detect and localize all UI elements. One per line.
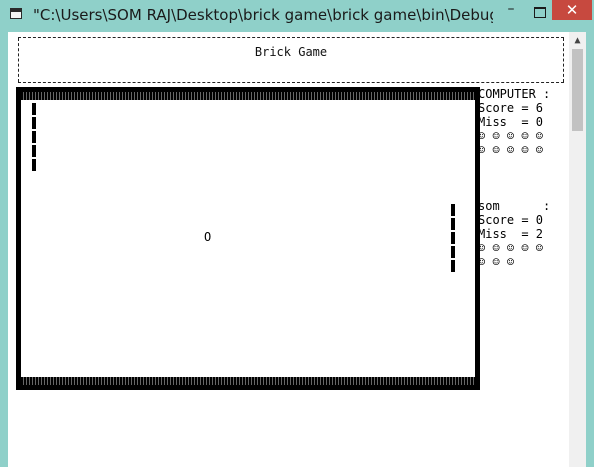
player-paddle [451,204,455,274]
game-title: Brick Game [254,45,328,59]
player-score: Score = 0 [478,213,544,227]
minimize-button[interactable]: – [498,2,524,21]
game-banner: Brick Game [18,37,564,83]
computer-lives-row-1: ☺ ☺ ☺ ☺ ☺ [478,129,544,143]
field-top-border [21,92,475,100]
title-bar[interactable]: "C:\Users\SOM RAJ\Desktop\brick game\bri… [0,0,594,32]
scroll-up-arrow-icon[interactable]: ▲ [569,32,586,49]
maximize-button[interactable] [527,3,552,21]
player-stats-panel: som : Score = 0 Miss = 2 ☺ ☺ ☺ ☺ ☺ ☺ ☺ ☺ [478,199,550,269]
computer-lives-row-2: ☺ ☺ ☺ ☺ ☺ [478,143,544,157]
maximize-icon [534,7,546,18]
scroll-thumb[interactable] [572,49,583,131]
field-bottom-border [21,377,475,385]
window-title: "C:\Users\SOM RAJ\Desktop\brick game\bri… [33,6,493,24]
close-button[interactable]: ✕ [552,0,592,20]
computer-score: Score = 6 [478,101,544,115]
game-field: O [16,87,480,390]
player-lives-row-1: ☺ ☺ ☺ ☺ ☺ [478,241,544,255]
ball: O [204,230,212,244]
computer-name: COMPUTER : [478,87,551,101]
console-app-icon[interactable] [10,8,22,19]
console-area: Brick Game O COMPUTER : Score = 6 Miss =… [8,32,586,467]
vertical-scrollbar[interactable]: ▲ [569,32,586,467]
computer-miss: Miss = 0 [478,115,544,129]
player-name: som : [478,199,551,213]
computer-stats-panel: COMPUTER : Score = 6 Miss = 0 ☺ ☺ ☺ ☺ ☺ … [478,87,550,157]
computer-paddle [32,103,36,173]
player-miss: Miss = 2 [478,227,544,241]
player-lives-row-2: ☺ ☺ ☺ [478,255,515,269]
